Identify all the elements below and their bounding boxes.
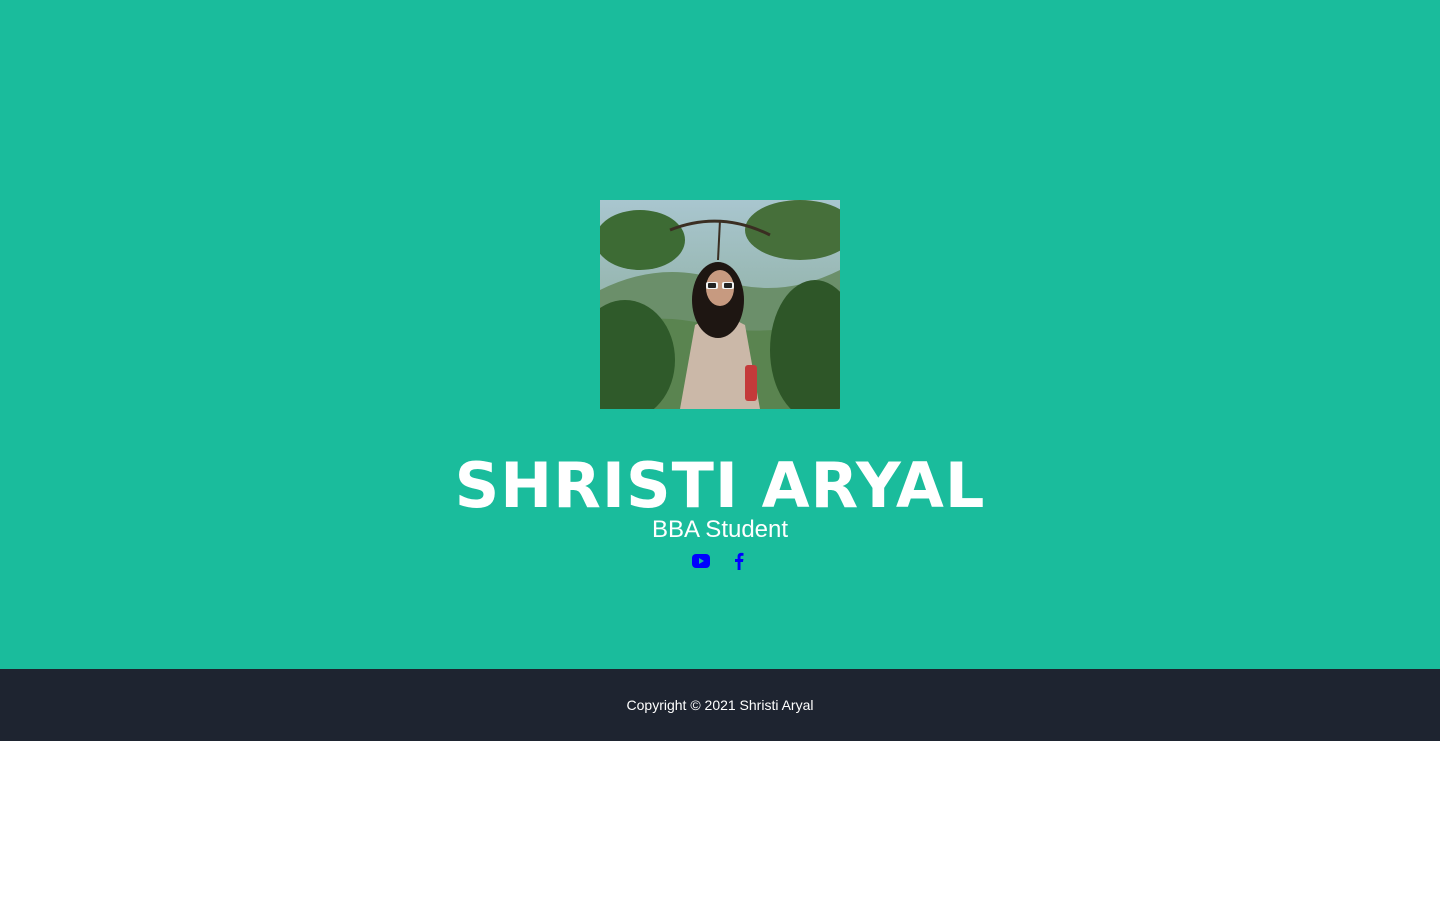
social-links xyxy=(0,550,1440,572)
profile-photo xyxy=(600,200,840,409)
portrait-image xyxy=(600,200,840,409)
copyright-text: Copyright © 2021 Shristi Aryal xyxy=(626,697,814,713)
facebook-icon xyxy=(735,552,744,570)
youtube-icon xyxy=(692,554,710,568)
footer: Copyright © 2021 Shristi Aryal xyxy=(0,669,1440,741)
profile-role: BBA Student xyxy=(651,516,789,543)
facebook-link[interactable] xyxy=(730,550,748,572)
hero-section: SHRISTI ARYAL BBA Student xyxy=(0,0,1440,669)
youtube-link[interactable] xyxy=(692,550,710,572)
